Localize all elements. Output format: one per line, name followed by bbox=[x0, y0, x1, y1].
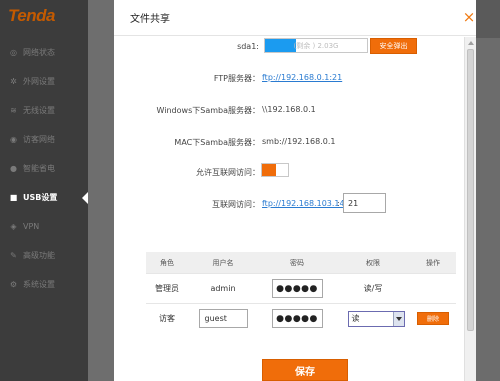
sidebar-item-label: 网络状态 bbox=[23, 48, 55, 57]
internet-access-toggle[interactable] bbox=[261, 163, 289, 177]
sidebar-item-label: 智能省电 bbox=[23, 164, 55, 173]
header-action: 操作 bbox=[426, 258, 440, 267]
sidebar-item-label: VPN bbox=[23, 222, 40, 231]
sidebar-item-vpn[interactable]: ◈ VPN bbox=[0, 212, 88, 241]
safe-eject-button[interactable]: 安全弹出 bbox=[370, 38, 417, 54]
sidebar-nav: ◎ 网络状态 ✲ 外网设置 ≋ 无线设置 ◉ 访客网络 ● 智能省电 ■ USB… bbox=[0, 38, 88, 299]
windows-samba-value: \\192.168.0.1 bbox=[262, 105, 316, 114]
sidebar-item-usb-settings[interactable]: ■ USB设置 bbox=[0, 183, 88, 212]
sidebar-item-advanced[interactable]: ✎ 高级功能 bbox=[0, 241, 88, 270]
guest-password-input[interactable]: ●●●●● bbox=[271, 309, 323, 328]
internet-access-label: 允许互联网访问： bbox=[196, 168, 260, 177]
toggle-on-indicator bbox=[262, 164, 276, 176]
sidebar-item-label: USB设置 bbox=[23, 193, 58, 202]
user-table: 角色 用户名 密码 权限 操作 管理员 admin ●●●●● 读/写 访客 g… bbox=[146, 252, 456, 333]
role-cell: 访客 bbox=[159, 314, 175, 323]
chevron-down-icon[interactable] bbox=[392, 311, 404, 326]
ftp-server-label: FTP服务器： bbox=[213, 74, 260, 83]
gear-icon: ✲ bbox=[10, 77, 17, 86]
bulb-icon: ● bbox=[10, 164, 17, 173]
file-sharing-dialog: 文件共享 × sda1: (剩余 ) 2.03G 安全弹出 FTP服务器： ft… bbox=[114, 0, 476, 381]
table-row-guest: 访客 guest ●●●●● 读 删除 bbox=[146, 303, 456, 333]
delete-button[interactable]: 删除 bbox=[417, 312, 449, 325]
header-password: 密码 bbox=[290, 258, 304, 267]
guest-username-input[interactable]: guest bbox=[198, 309, 248, 328]
table-header: 角色 用户名 密码 权限 操作 bbox=[146, 252, 456, 273]
scrollbar-thumb[interactable] bbox=[467, 49, 474, 331]
sidebar-item-wan-settings[interactable]: ✲ 外网设置 bbox=[0, 67, 88, 96]
username-cell: admin bbox=[210, 284, 236, 293]
mac-samba-label: MAC下Samba服务器： bbox=[174, 138, 260, 147]
sidebar-item-label: 访客网络 bbox=[23, 135, 55, 144]
admin-password-input[interactable]: ●●●●● bbox=[271, 279, 323, 298]
disk-usage-text: (剩余 ) 2.03G bbox=[293, 41, 339, 50]
port-separator: : bbox=[337, 199, 340, 208]
windows-samba-label: Windows下Samba服务器： bbox=[156, 106, 260, 115]
header-username: 用户名 bbox=[212, 258, 234, 267]
permission-cell: 读/写 bbox=[363, 284, 383, 293]
sidebar: Tenda ◎ 网络状态 ✲ 外网设置 ≋ 无线设置 ◉ 访客网络 ● 智能省电… bbox=[0, 0, 88, 381]
sidebar-item-label: 外网设置 bbox=[23, 77, 55, 86]
internet-url-label: 互联网访问： bbox=[212, 200, 260, 209]
cog-icon: ⚙ bbox=[9, 280, 18, 289]
sidebar-item-power-saving[interactable]: ● 智能省电 bbox=[0, 154, 88, 183]
header-permission: 权限 bbox=[366, 258, 380, 267]
header-role: 角色 bbox=[160, 258, 174, 267]
tenda-logo: Tenda bbox=[8, 6, 55, 25]
dialog-title: 文件共享 bbox=[130, 14, 170, 25]
dialog-header: 文件共享 bbox=[114, 0, 476, 36]
permission-select[interactable]: 读 bbox=[347, 310, 405, 327]
vpn-icon: ◈ bbox=[10, 222, 17, 231]
sidebar-item-label: 系统设置 bbox=[23, 280, 55, 289]
role-cell: 管理员 bbox=[155, 284, 179, 293]
wrench-icon: ✎ bbox=[10, 251, 17, 260]
wifi-icon: ≋ bbox=[10, 106, 17, 115]
sidebar-item-guest-network[interactable]: ◉ 访客网络 bbox=[0, 125, 88, 154]
vertical-scrollbar[interactable] bbox=[464, 37, 476, 381]
sidebar-item-system-settings[interactable]: ⚙ 系统设置 bbox=[0, 270, 88, 299]
mac-samba-value: smb://192.168.0.1 bbox=[262, 137, 336, 146]
ftp-server-link[interactable]: ftp://192.168.0.1:21 bbox=[262, 73, 342, 82]
port-input[interactable]: 21 bbox=[343, 193, 386, 213]
permission-select-value: 读 bbox=[351, 314, 360, 323]
sidebar-item-label: 无线设置 bbox=[23, 106, 55, 115]
disk-usage-bar: (剩余 ) 2.03G bbox=[264, 38, 368, 53]
sidebar-item-wireless-settings[interactable]: ≋ 无线设置 bbox=[0, 96, 88, 125]
table-row-admin: 管理员 admin ●●●●● 读/写 bbox=[146, 273, 456, 303]
pin-icon: ◉ bbox=[10, 135, 17, 144]
globe-icon: ◎ bbox=[10, 48, 17, 57]
sidebar-item-label: 高级功能 bbox=[23, 251, 55, 260]
close-icon[interactable]: × bbox=[462, 10, 476, 25]
sidebar-item-network-status[interactable]: ◎ 网络状态 bbox=[0, 38, 88, 67]
scroll-up-icon[interactable] bbox=[468, 41, 474, 45]
lock-icon: ■ bbox=[9, 193, 18, 202]
save-button[interactable]: 保存 bbox=[262, 359, 348, 381]
background-page bbox=[476, 0, 500, 381]
disk-label: sda1: bbox=[237, 42, 259, 51]
